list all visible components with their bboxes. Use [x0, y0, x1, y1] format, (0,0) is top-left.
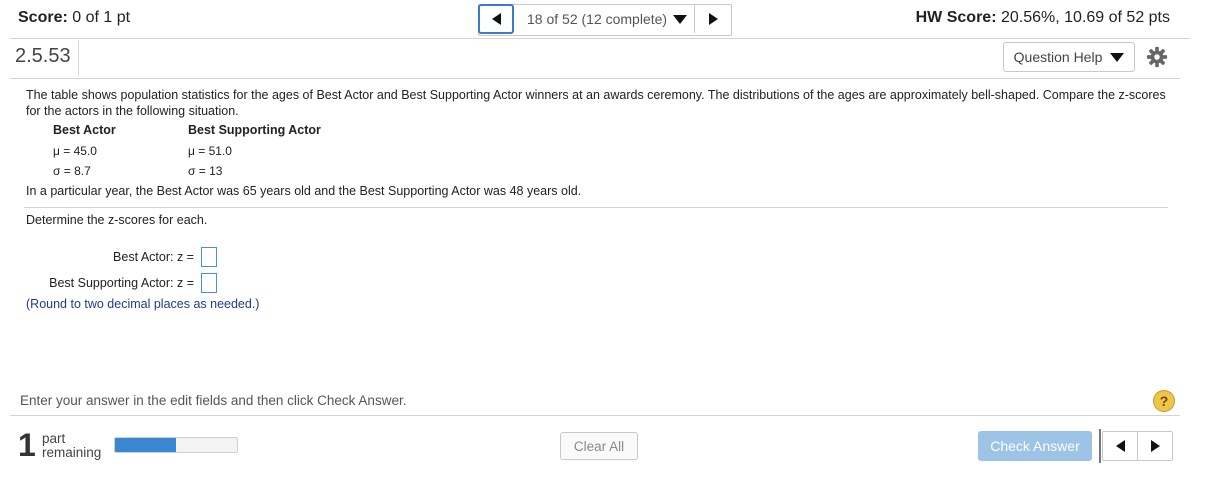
parts-remaining-text: part remaining [42, 431, 102, 460]
best-supporting-actor-z-label: Best Supporting Actor: z = [49, 276, 194, 290]
question-navigator: 18 of 52 (12 complete) [478, 4, 732, 36]
footer-divider [10, 415, 1180, 416]
gear-icon[interactable] [1146, 46, 1168, 68]
previous-question-button[interactable] [478, 4, 514, 34]
chevron-right-icon [708, 13, 718, 25]
best-actor-mean: μ = 45.0 [53, 144, 97, 158]
check-answer-button[interactable]: Check Answer [978, 431, 1092, 461]
best-supporting-actor-mean: μ = 51.0 [188, 144, 232, 158]
best-actor-z-label: Best Actor: z = [113, 250, 194, 264]
chevron-right-icon [1150, 440, 1160, 452]
chevron-left-icon [491, 13, 501, 25]
table-header-best-supporting-actor: Best Supporting Actor [188, 123, 321, 137]
help-icon[interactable]: ? [1153, 390, 1175, 412]
hw-score-value: 20.56%, 10.69 of 52 pts [1000, 9, 1170, 26]
answer-instruction: Enter your answer in the edit fields and… [20, 393, 407, 408]
score-display: Score: 0 of 1 pt [18, 9, 130, 27]
situation-text: In a particular year, the Best Actor was… [26, 184, 582, 198]
hw-score-label: HW Score: [915, 9, 997, 26]
question-number: 2.5.53 [15, 45, 71, 67]
progress-bar [114, 437, 238, 453]
next-question-button[interactable] [694, 5, 731, 33]
table-header-best-actor: Best Actor [53, 123, 116, 137]
clear-all-button[interactable]: Clear All [560, 432, 638, 460]
progress-bar-fill [115, 438, 176, 452]
question-number-divider [78, 40, 79, 76]
best-actor-z-input[interactable] [201, 247, 217, 267]
question-list-dropdown[interactable]: 18 of 52 (12 complete) [527, 11, 688, 27]
best-supporting-actor-z-input[interactable] [201, 273, 217, 293]
parts-remaining-count: 1 [18, 427, 36, 463]
rounding-note: (Round to two decimal places as needed.) [26, 297, 260, 311]
question-position-label: 18 of 52 (12 complete) [527, 11, 668, 27]
question-header-divider [10, 78, 1180, 79]
footer-nav-separator [1099, 429, 1101, 463]
caret-down-icon [673, 14, 688, 24]
caret-down-icon [1110, 52, 1125, 62]
best-actor-std-dev: σ = 8.7 [53, 164, 91, 178]
determine-prompt: Determine the z-scores for each. [26, 213, 208, 227]
question-help-button[interactable]: Question Help [1003, 42, 1135, 72]
question-help-label: Question Help [1013, 49, 1103, 65]
chevron-left-icon [1115, 440, 1125, 452]
hw-score-display: HW Score: 20.56%, 10.69 of 52 pts [916, 9, 1170, 27]
footer-next-button[interactable] [1137, 432, 1172, 460]
footer-question-navigator [1102, 431, 1173, 461]
footer-previous-button[interactable] [1103, 432, 1137, 460]
question-intro-text: The table shows population statistics fo… [26, 88, 1166, 118]
header-divider [10, 38, 1190, 39]
score-label: Score: [18, 9, 68, 26]
score-value: 0 of 1 pt [72, 9, 131, 26]
best-supporting-actor-std-dev: σ = 13 [188, 164, 223, 178]
situation-divider [24, 207, 1168, 208]
